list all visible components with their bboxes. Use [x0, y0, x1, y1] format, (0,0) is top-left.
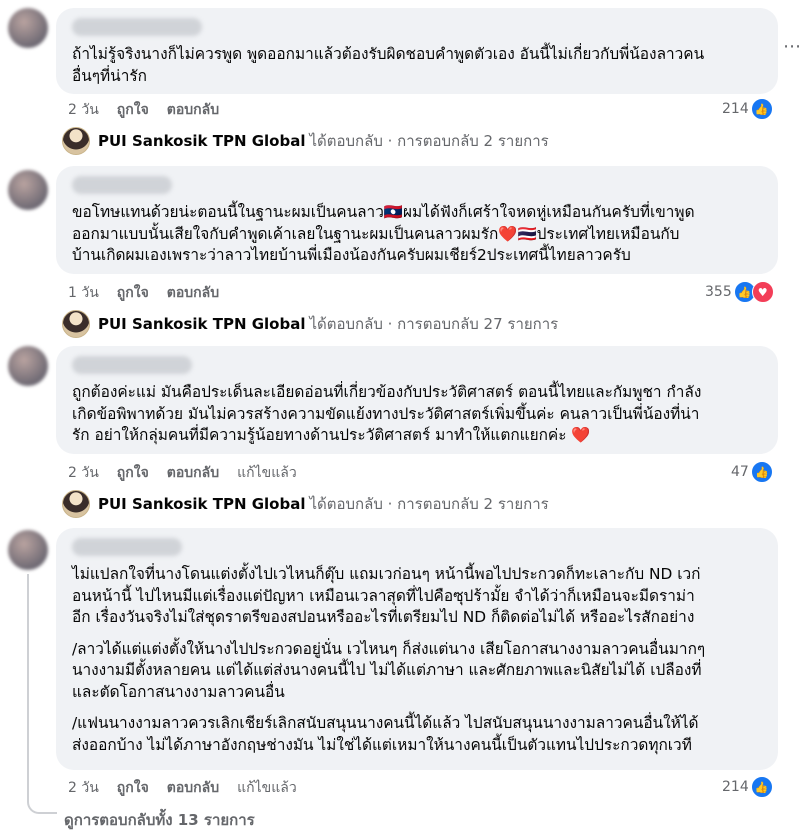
more-options-icon[interactable]: ⋯	[783, 36, 800, 57]
timestamp[interactable]: 2 วัน	[68, 462, 99, 484]
timestamp[interactable]: 1 วัน	[68, 282, 99, 304]
comment-actions: 2 วัน ถูกใจ ตอบกลับ แก้ไขแล้ว	[68, 462, 297, 484]
reply-summary[interactable]: PUI Sankosik TPN Global ได้ตอบกลับ · การ…	[62, 310, 558, 338]
reply-summary-text: ได้ตอบกลับ · การตอบกลับ 2 รายการ	[309, 495, 549, 513]
timestamp[interactable]: 2 วัน	[68, 99, 99, 121]
thumbs-up-icon: 👍	[750, 98, 773, 120]
view-all-replies-link[interactable]: ดูการตอบกลับทั้ง 13 รายการ	[64, 808, 255, 832]
edited-label: แก้ไขแล้ว	[237, 465, 297, 481]
like-button[interactable]: ถูกใจ	[117, 282, 149, 304]
comment-text: /ลาวได้แต่แต่งตั้งให้นางไปประกวดอยู่นั่น…	[72, 639, 706, 701]
author-name-blurred[interactable]	[72, 538, 182, 556]
edited-label: แก้ไขแล้ว	[237, 780, 297, 796]
like-button[interactable]: ถูกใจ	[117, 462, 149, 484]
reaction-count[interactable]: 47 👍	[731, 461, 773, 483]
reaction-count[interactable]: 355 👍 ♥	[705, 281, 774, 303]
thumbs-up-icon: 👍	[750, 776, 773, 798]
comment-bubble: ไม่แปลกใจที่นางโดนแต่งตั้งไปเวไหนก็ตุ๊บ …	[56, 528, 778, 770]
reaction-number: 214	[722, 101, 749, 117]
avatar[interactable]	[8, 8, 48, 48]
avatar[interactable]	[8, 346, 48, 386]
reply-summary[interactable]: PUI Sankosik TPN Global ได้ตอบกลับ · การ…	[62, 490, 549, 518]
comment-text: ถูกต้องค่ะแม่ มันคือประเด็นละเอียดอ่อนที…	[72, 383, 702, 444]
author-name-blurred[interactable]	[72, 18, 202, 36]
reply-button[interactable]: ตอบกลับ	[167, 99, 219, 121]
author-name-blurred[interactable]	[72, 356, 192, 374]
reply-summary-text: ได้ตอบกลับ · การตอบกลับ 27 รายการ	[309, 315, 559, 333]
comment-text: ขอโทษแทนด้วยน่ะตอนนี้ในฐานะผมเป็นคนลาว🇱🇦…	[72, 203, 695, 264]
reaction-count[interactable]: 214 👍	[722, 776, 773, 798]
replier-name: PUI Sankosik TPN Global	[98, 132, 306, 150]
replier-avatar	[62, 127, 90, 155]
comment-text: ถ้าไม่รู้จริงนางก็ไม่ควรพูด พูดออกมาแล้ว…	[72, 45, 705, 85]
replier-name: PUI Sankosik TPN Global	[98, 315, 306, 333]
author-name-blurred[interactable]	[72, 176, 172, 194]
reply-button[interactable]: ตอบกลับ	[167, 462, 219, 484]
reaction-number: 214	[722, 779, 749, 795]
timestamp[interactable]: 2 วัน	[68, 777, 99, 799]
comment-text: /แฟนนางงามลาวควรเลิกเชียร์เลิกสนับสนุนนา…	[72, 714, 699, 754]
like-button[interactable]: ถูกใจ	[117, 99, 149, 121]
heart-icon: ♥	[751, 281, 774, 303]
reaction-number: 47	[731, 464, 749, 480]
reaction-count[interactable]: 214 👍	[722, 98, 773, 120]
avatar[interactable]	[8, 530, 48, 570]
comment-bubble: ถูกต้องค่ะแม่ มันคือประเด็นละเอียดอ่อนที…	[56, 346, 778, 454]
reply-button[interactable]: ตอบกลับ	[167, 282, 219, 304]
replier-avatar	[62, 490, 90, 518]
reply-summary-text: ได้ตอบกลับ · การตอบกลับ 2 รายการ	[309, 132, 549, 150]
reaction-number: 355	[705, 284, 732, 300]
replier-name: PUI Sankosik TPN Global	[98, 495, 306, 513]
comment-actions: 1 วัน ถูกใจ ตอบกลับ	[68, 282, 219, 304]
reply-button[interactable]: ตอบกลับ	[167, 777, 219, 799]
reply-summary[interactable]: PUI Sankosik TPN Global ได้ตอบกลับ · การ…	[62, 127, 549, 155]
comment-bubble: ถ้าไม่รู้จริงนางก็ไม่ควรพูด พูดออกมาแล้ว…	[56, 8, 778, 94]
comment-text: ไม่แปลกใจที่นางโดนแต่งตั้งไปเวไหนก็ตุ๊บ …	[72, 565, 701, 626]
thumbs-up-icon: 👍	[750, 461, 773, 483]
replier-avatar	[62, 310, 90, 338]
comment-actions: 2 วัน ถูกใจ ตอบกลับ แก้ไขแล้ว	[68, 777, 297, 799]
avatar[interactable]	[8, 170, 48, 210]
like-button[interactable]: ถูกใจ	[117, 777, 149, 799]
thread-connector	[27, 790, 57, 814]
thread-line	[27, 574, 29, 792]
comment-bubble: ขอโทษแทนด้วยน่ะตอนนี้ในฐานะผมเป็นคนลาว🇱🇦…	[56, 166, 778, 274]
comment-actions: 2 วัน ถูกใจ ตอบกลับ	[68, 99, 219, 121]
